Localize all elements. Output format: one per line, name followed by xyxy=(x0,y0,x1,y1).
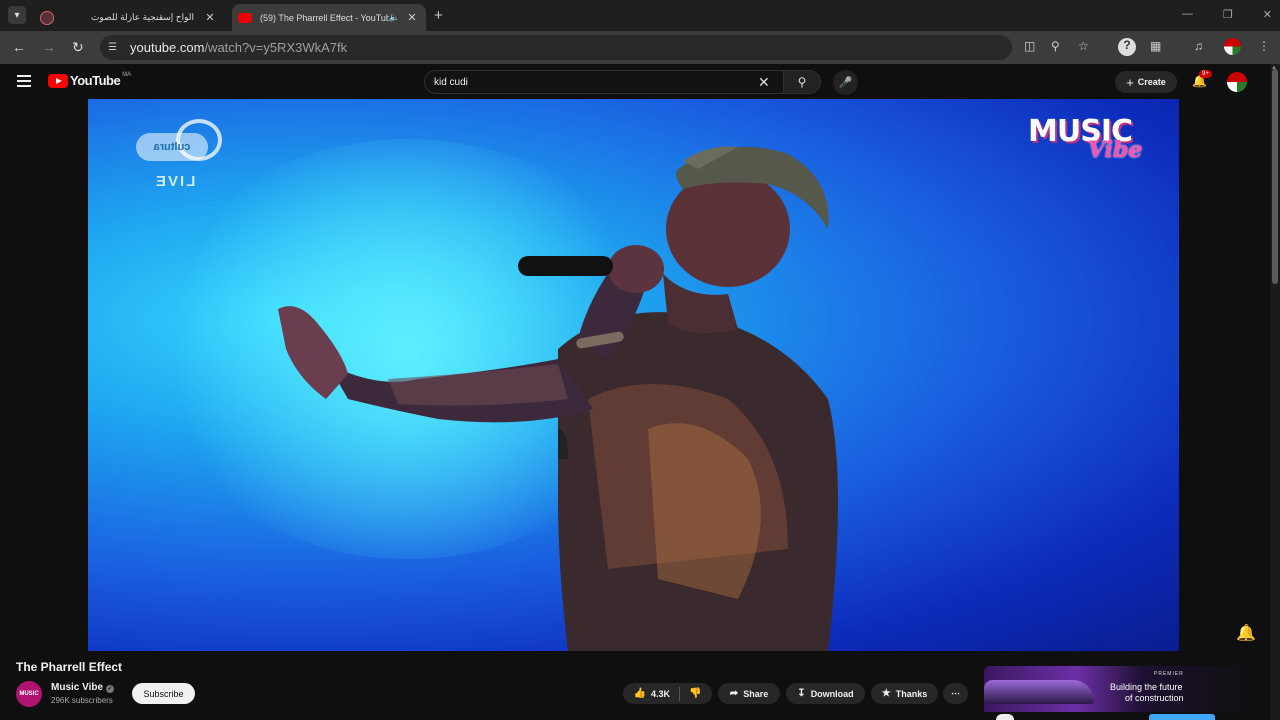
subscriber-count: 296K subscribers xyxy=(51,696,113,705)
country-code: MA xyxy=(122,71,132,78)
video-player[interactable]: cultura LIVE MUSIC Vibe xyxy=(88,99,1179,651)
bookmark-star-icon[interactable]: ☆ xyxy=(1078,39,1089,53)
like-count[interactable]: 4.3K xyxy=(651,689,670,699)
channel-avatar[interactable]: MUSIC xyxy=(16,681,42,707)
tab-search-button[interactable]: ▾ xyxy=(8,6,26,24)
super-thanks-icon: ★ xyxy=(881,688,891,699)
hamburger-menu-icon[interactable] xyxy=(17,75,31,90)
channel-watermark-right: MUSIC Vibe xyxy=(1028,117,1158,167)
video-title: The Pharrell Effect xyxy=(16,660,123,674)
new-tab-button[interactable]: + xyxy=(434,7,443,24)
search-box: ✕ xyxy=(424,70,784,94)
thumbs-down-icon[interactable]: 👎 xyxy=(689,688,701,699)
more-dots-icon: ⋯ xyxy=(951,688,960,698)
profile-icon[interactable] xyxy=(1224,38,1241,55)
logo-text: YouTube xyxy=(70,73,121,88)
extensions-icon[interactable]: ▦ xyxy=(1150,39,1161,53)
channel-name-link[interactable]: Music Vibe ✓ xyxy=(51,682,115,693)
channel-watermark-left: cultura LIVE xyxy=(136,119,228,197)
window-controls: — ❐ ✕ xyxy=(1182,8,1272,21)
back-arrow-icon[interactable]: ← xyxy=(12,39,26,55)
youtube-favicon-icon xyxy=(238,12,252,23)
share-button[interactable]: ➦ Share xyxy=(718,683,780,704)
close-tab-icon[interactable]: ✕ xyxy=(202,11,218,24)
subscribe-button[interactable]: Subscribe xyxy=(132,683,195,704)
share-arrow-icon: ➦ xyxy=(729,688,739,699)
site-info-icon[interactable]: ☰ xyxy=(108,42,124,53)
youtube-header: YouTube MA ✕ ⚲ 🎤 +Create 🔔 9+ xyxy=(0,64,1270,99)
restore-icon[interactable]: ❐ xyxy=(1223,8,1233,21)
notification-badge: 9+ xyxy=(1199,70,1212,78)
url-host: youtube.com xyxy=(130,40,205,55)
url-text: youtube.com/watch?v=y5RX3WkA7fk xyxy=(130,40,347,55)
browser-toolbar: ← → ↻ ☰ youtube.com/watch?v=y5RX3WkA7fk … xyxy=(0,31,1280,64)
plus-icon: + xyxy=(1126,74,1134,90)
download-label: Download xyxy=(810,688,854,699)
floating-bell-icon[interactable]: 🔔 xyxy=(1236,623,1256,643)
search-input[interactable] xyxy=(434,76,754,88)
clear-search-icon[interactable]: ✕ xyxy=(758,74,770,91)
media-control-icon[interactable]: ♫ xyxy=(1194,39,1203,53)
share-label: Share xyxy=(743,688,769,699)
tab-title: الواح إسقنجية عازلة للصوت xyxy=(90,12,194,22)
ad-cta-button[interactable] xyxy=(1149,714,1215,720)
zoom-icon[interactable]: ⚲ xyxy=(1051,39,1060,53)
youtube-play-icon xyxy=(48,73,68,88)
video-info: The Pharrell Effect MUSIC Music Vibe ✓ 29… xyxy=(0,651,1270,720)
thanks-label: Thanks xyxy=(895,688,928,699)
address-bar[interactable]: ☰ youtube.com/watch?v=y5RX3WkA7fk xyxy=(100,35,1012,60)
search-button[interactable]: ⚲ xyxy=(783,70,821,94)
help-icon[interactable]: ? xyxy=(1118,38,1136,56)
ad-logo-icon xyxy=(996,714,1014,720)
watermark-vibe: Vibe xyxy=(1088,137,1143,163)
create-button[interactable]: + Create xyxy=(1115,71,1177,93)
like-dislike-group: 👍 4.3K 👎 xyxy=(623,683,712,704)
thanks-button[interactable]: ★ Thanks xyxy=(871,683,938,704)
reload-icon[interactable]: ↻ xyxy=(72,39,84,56)
more-actions-button[interactable]: ⋯ xyxy=(943,683,968,704)
menu-dots-icon[interactable]: ⋮ xyxy=(1258,39,1270,53)
channel-avatar-text: MUSIC xyxy=(19,691,39,697)
thumbs-up-icon[interactable]: 👍 xyxy=(634,688,646,699)
download-icon: ↧ xyxy=(797,688,806,699)
ad-headline-2: of construction xyxy=(1125,693,1184,703)
watermark-brand: cultura xyxy=(136,133,208,161)
tab-title: (59) The Pharrell Effect - YouTube xyxy=(260,12,389,23)
site-favicon-icon xyxy=(40,10,54,25)
ad-image xyxy=(984,680,1094,704)
voice-search-button[interactable]: 🎤 xyxy=(833,70,858,95)
subscribe-label: Subscribe xyxy=(143,688,184,699)
browser-tab-inactive[interactable]: الواح إسقنجية عازلة للصوت ✕ xyxy=(34,4,224,31)
divider xyxy=(679,686,680,701)
download-button[interactable]: ↧ Download xyxy=(786,683,865,704)
channel-name: Music Vibe xyxy=(51,682,104,693)
forward-arrow-icon[interactable]: → xyxy=(42,39,56,55)
browser-tab-active[interactable]: (59) The Pharrell Effect - YouTube 🔈 ✕ xyxy=(232,4,426,31)
sidebar-ad-banner[interactable]: PREMIER Building the future of construct… xyxy=(984,666,1250,720)
ad-brand: PREMIER xyxy=(1154,671,1184,677)
search-icon: ⚲ xyxy=(797,75,807,89)
page-scrollbar[interactable]: ▲ xyxy=(1270,64,1280,720)
ad-footer-strip xyxy=(984,712,1250,720)
performer-figure xyxy=(278,146,838,651)
account-avatar[interactable] xyxy=(1227,72,1247,92)
speaker-icon[interactable]: 🔈 xyxy=(389,12,400,23)
close-tab-icon[interactable]: ✕ xyxy=(404,11,420,24)
minimize-icon[interactable]: — xyxy=(1182,8,1193,21)
watermark-live: LIVE xyxy=(154,173,196,190)
scrollbar-thumb[interactable] xyxy=(1272,69,1278,284)
close-window-icon[interactable]: ✕ xyxy=(1263,8,1272,21)
verified-check-icon: ✓ xyxy=(106,685,115,693)
microphone-icon: 🎤 xyxy=(838,77,853,89)
create-label: Create xyxy=(1137,77,1166,87)
install-app-icon[interactable]: ◫ xyxy=(1024,39,1035,53)
browser-tab-strip: ▾ الواح إسقنجية عازلة للصوت ✕ (59) The P… xyxy=(0,0,1280,31)
url-path: /watch?v=y5RX3WkA7fk xyxy=(204,40,348,55)
youtube-logo[interactable]: YouTube MA xyxy=(48,71,132,88)
ad-headline-1: Building the future xyxy=(1110,682,1183,692)
